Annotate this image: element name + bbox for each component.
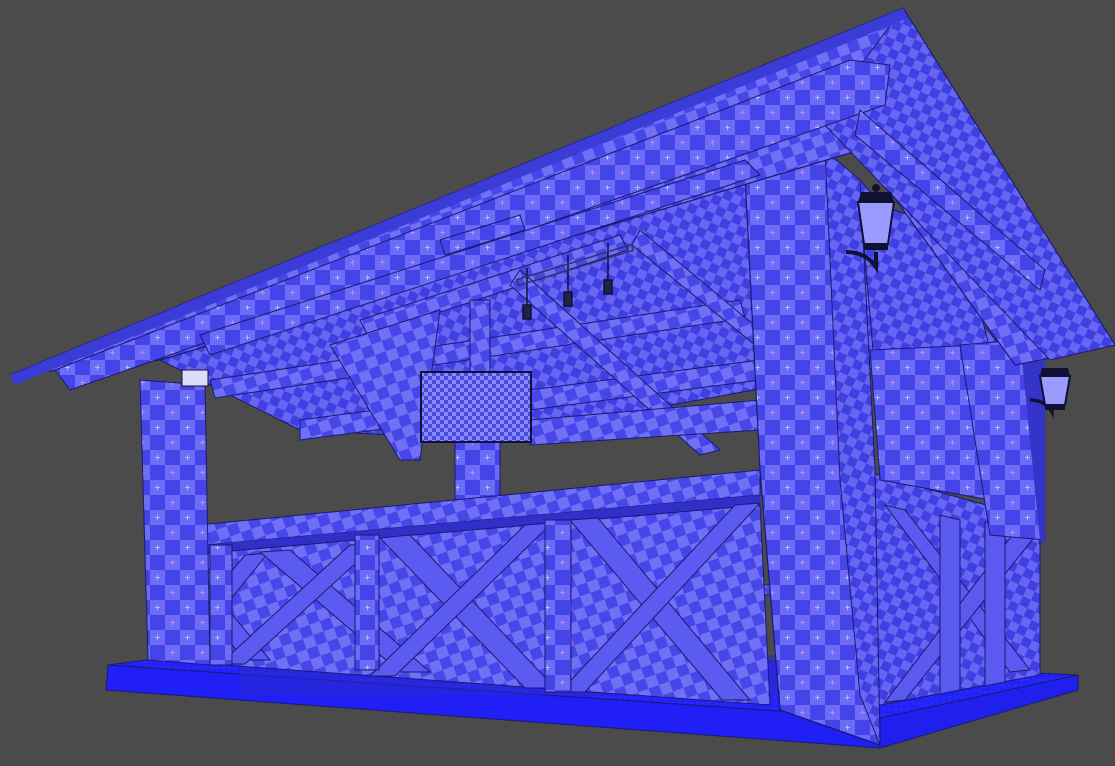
- 3d-viewport[interactable]: [0, 0, 1115, 766]
- back-post: [454, 439, 501, 501]
- hanging-screen: [420, 371, 532, 443]
- front-post-left: [139, 369, 211, 666]
- gazebo-render: [9, 7, 1115, 749]
